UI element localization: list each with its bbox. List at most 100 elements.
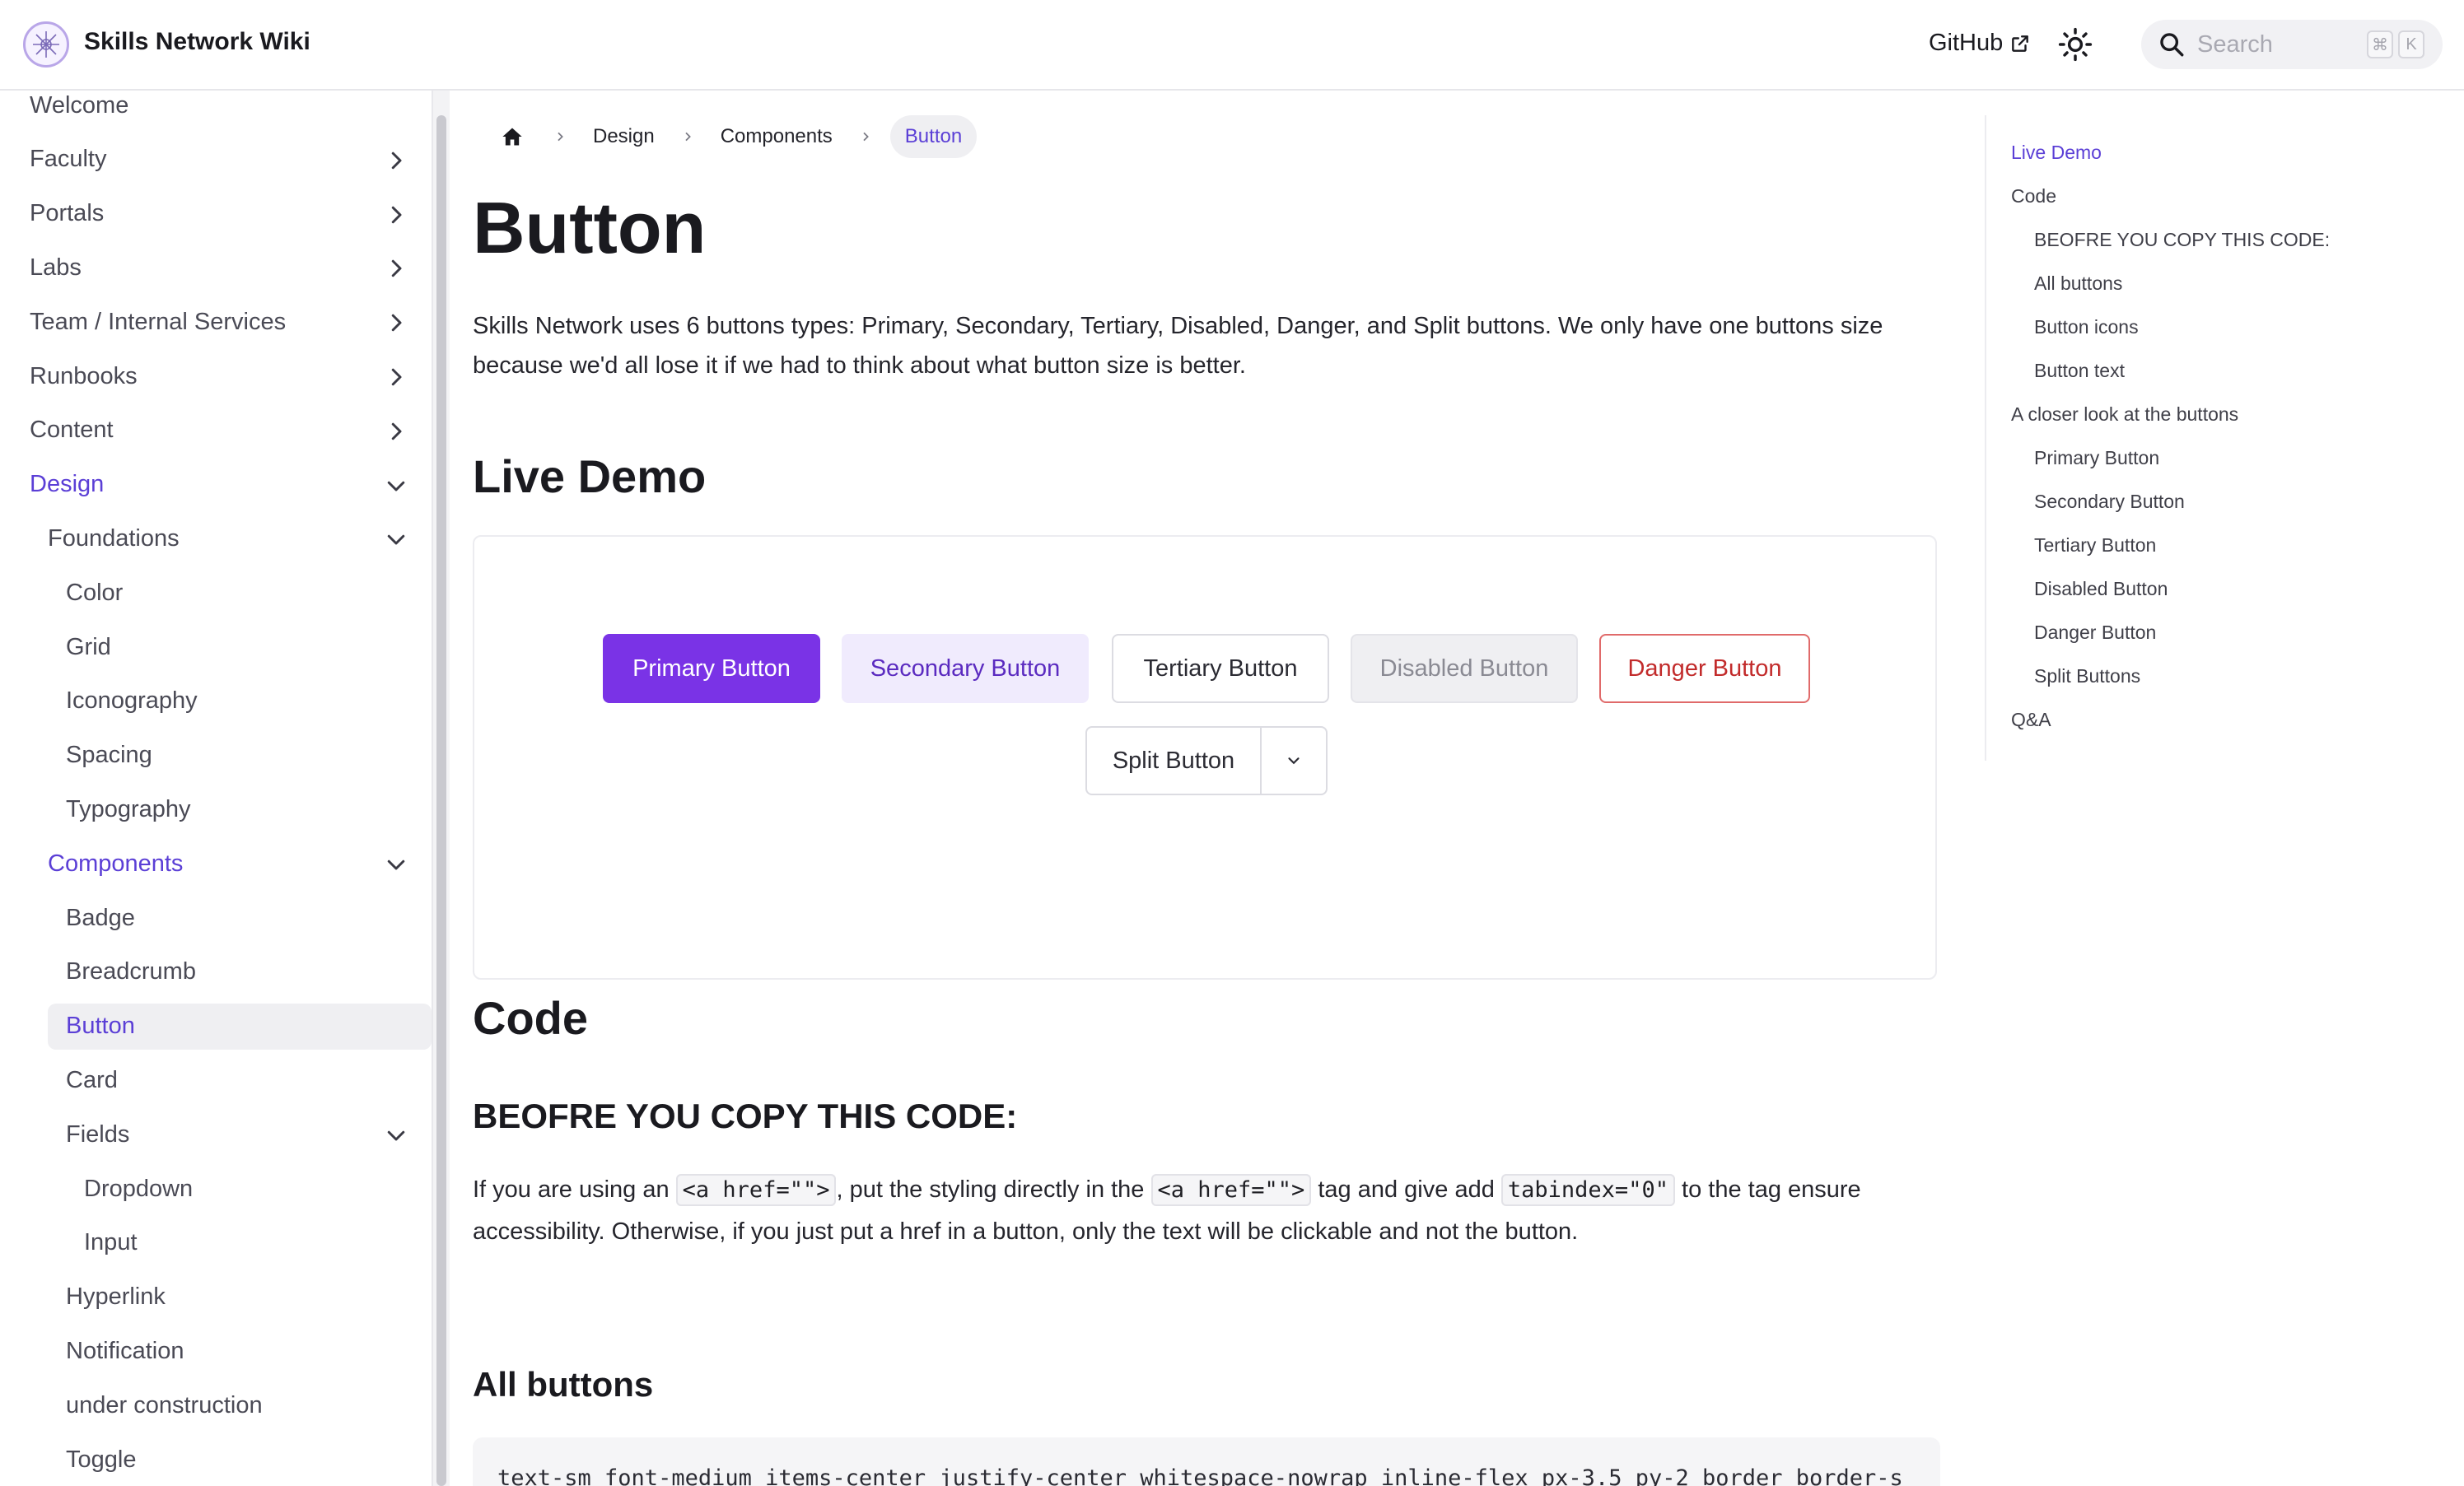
- toc-item-beofre-you-copy-this-code[interactable]: BEOFRE YOU COPY THIS CODE:: [2034, 229, 2330, 251]
- theme-toggle-button[interactable]: [2056, 25, 2095, 64]
- sidebar-item-label: Color: [66, 579, 124, 606]
- sidebar-item-hyperlink[interactable]: Hyperlink: [0, 1274, 432, 1321]
- chevron-down-icon: [1288, 757, 1300, 765]
- sidebar-item-fields[interactable]: Fields: [0, 1111, 432, 1158]
- tertiary-button[interactable]: Tertiary Button: [1112, 634, 1329, 703]
- sidebar-item-iconography[interactable]: Iconography: [0, 678, 432, 724]
- toc-item-tertiary-button[interactable]: Tertiary Button: [2034, 534, 2156, 557]
- sidebar-item-content[interactable]: Content: [0, 408, 432, 454]
- search-input[interactable]: [2197, 30, 2362, 58]
- live-demo-box: Primary Button Secondary Button Tertiary…: [473, 535, 1937, 980]
- breadcrumb-separator-icon: [841, 130, 890, 143]
- scrollbar-thumb[interactable]: [436, 115, 446, 1486]
- inline-code: tabindex="0": [1500, 1174, 1675, 1206]
- text-segment: tag and give add: [1311, 1176, 1501, 1203]
- sidebar-nav: Welcome Faculty Portals Labs Team / Internal…: [0, 91, 451, 1486]
- chevron-down-icon[interactable]: [384, 527, 408, 552]
- sidebar-item-spacing[interactable]: Spacing: [0, 733, 432, 779]
- sidebar-item-notification[interactable]: Notification: [0, 1328, 432, 1374]
- toc-item-a-closer-look-at-the-buttons[interactable]: A closer look at the buttons: [2011, 403, 2238, 426]
- sidebar-item-typography[interactable]: Typography: [0, 786, 432, 832]
- table-of-contents: Live Demo Code BEOFRE YOU COPY THIS CODE: A…: [1985, 115, 2446, 761]
- chevron-right-icon[interactable]: [384, 256, 408, 281]
- toc-item-primary-button[interactable]: Primary Button: [2034, 447, 2159, 469]
- sidebar-item-label: Portals: [30, 200, 105, 227]
- chevron-right-icon[interactable]: [384, 310, 408, 335]
- sidebar-item-card[interactable]: Card: [0, 1057, 432, 1103]
- chevron-down-icon[interactable]: [384, 852, 408, 877]
- chevron-right-icon[interactable]: [384, 419, 408, 444]
- text-segment: If you are using an: [473, 1176, 676, 1203]
- toc-item-secondary-button[interactable]: Secondary Button: [2034, 491, 2185, 513]
- sidebar-item-under-construction[interactable]: under construction: [0, 1382, 432, 1428]
- sidebar-item-badge[interactable]: Badge: [0, 895, 432, 941]
- danger-button[interactable]: Danger Button: [1599, 634, 1810, 703]
- chevron-down-icon[interactable]: [384, 1123, 408, 1148]
- sidebar-item-breadcrumb[interactable]: Breadcrumb: [0, 949, 432, 995]
- sidebar-item-portals[interactable]: Portals: [0, 191, 432, 237]
- split-button-main[interactable]: Split Button: [1087, 728, 1262, 794]
- sidebar-item-label: Faculty: [30, 146, 107, 173]
- chevron-down-icon[interactable]: [384, 473, 408, 498]
- site-title[interactable]: Skills Network Wiki: [84, 28, 310, 56]
- intro-paragraph: Skills Network uses 6 buttons types: Pri…: [473, 313, 1883, 379]
- github-label: GitHub: [1929, 30, 2004, 56]
- sidebar-item-label: Content: [30, 417, 114, 444]
- sidebar-item-team-internal-services[interactable]: Team / Internal Services: [0, 299, 432, 345]
- external-link-icon: [2012, 35, 2029, 52]
- sidebar-item-grid[interactable]: Grid: [0, 624, 432, 670]
- sidebar-item-label: Grid: [66, 633, 111, 660]
- sidebar-item-label: Foundations: [48, 524, 180, 552]
- sidebar-item-label: Spacing: [66, 742, 152, 769]
- sidebar-item-button[interactable]: Button: [48, 1003, 432, 1050]
- toc-item-live-demo[interactable]: Live Demo: [2011, 142, 2102, 164]
- toc-item-q-a[interactable]: Q&A: [2011, 709, 2051, 731]
- inline-code: <a href="">: [675, 1174, 837, 1206]
- chevron-right-icon[interactable]: [384, 148, 408, 173]
- all-buttons-heading: All buttons: [473, 1365, 654, 1404]
- toc-item-all-buttons[interactable]: All buttons: [2034, 273, 2122, 295]
- site-logo-icon[interactable]: [23, 21, 69, 68]
- sidebar-item-runbooks[interactable]: Runbooks: [0, 353, 432, 399]
- github-link[interactable]: GitHub: [1929, 30, 2031, 57]
- search-icon: [2160, 33, 2184, 57]
- sidebar-item-toggle[interactable]: Toggle: [0, 1437, 432, 1483]
- split-button-dropdown[interactable]: [1262, 728, 1326, 794]
- breadcrumb-design[interactable]: Design: [585, 125, 663, 148]
- chevron-right-icon[interactable]: [384, 365, 408, 389]
- toc-item-code[interactable]: Code: [2011, 185, 2056, 207]
- breadcrumb: Design Components Button: [489, 114, 978, 160]
- breadcrumb-separator-icon: [535, 130, 585, 143]
- sidebar-item-welcome[interactable]: Welcome: [0, 91, 432, 128]
- toc-item-disabled-button[interactable]: Disabled Button: [2034, 578, 2168, 600]
- primary-button[interactable]: Primary Button: [603, 634, 820, 703]
- toc-item-button-text[interactable]: Button text: [2034, 360, 2125, 382]
- sidebar-item-foundations[interactable]: Foundations: [0, 515, 432, 561]
- sidebar-item-faculty[interactable]: Faculty: [0, 137, 432, 183]
- search-box[interactable]: ⌘ K: [2141, 20, 2443, 69]
- sidebar-item-labs[interactable]: Labs: [0, 245, 432, 291]
- sidebar-item-components[interactable]: Components: [0, 841, 432, 887]
- sidebar-item-label: Welcome: [30, 91, 129, 119]
- sidebar-item-label: Breadcrumb: [66, 958, 196, 985]
- sidebar-item-label: Notification: [66, 1337, 184, 1364]
- sidebar-item-input[interactable]: Input: [0, 1220, 432, 1266]
- breadcrumb-current: Button: [889, 115, 978, 158]
- toc-item-split-buttons[interactable]: Split Buttons: [2034, 665, 2140, 687]
- breadcrumb-components[interactable]: Components: [712, 125, 841, 148]
- sidebar-item-label: Card: [66, 1066, 118, 1093]
- secondary-button[interactable]: Secondary Button: [842, 634, 1089, 703]
- sidebar-scrollbar[interactable]: [432, 91, 450, 1486]
- chevron-right-icon[interactable]: [384, 203, 408, 227]
- sidebar-item-design[interactable]: Design: [0, 462, 432, 508]
- sidebar-item-color[interactable]: Color: [0, 570, 432, 616]
- toc-item-danger-button[interactable]: Danger Button: [2034, 622, 2156, 644]
- split-button: Split Button: [1085, 726, 1328, 795]
- code-block[interactable]: text-sm font-medium items-center justify…: [473, 1437, 1940, 1486]
- sidebar-item-label: Input: [84, 1229, 138, 1256]
- sidebar-item-dropdown[interactable]: Dropdown: [0, 1166, 432, 1212]
- home-icon[interactable]: [489, 114, 535, 160]
- sidebar-item-label: Iconography: [66, 687, 198, 715]
- toc-item-button-icons[interactable]: Button icons: [2034, 316, 2139, 338]
- top-navbar: Skills Network Wiki GitHub ⌘ K: [0, 0, 2464, 91]
